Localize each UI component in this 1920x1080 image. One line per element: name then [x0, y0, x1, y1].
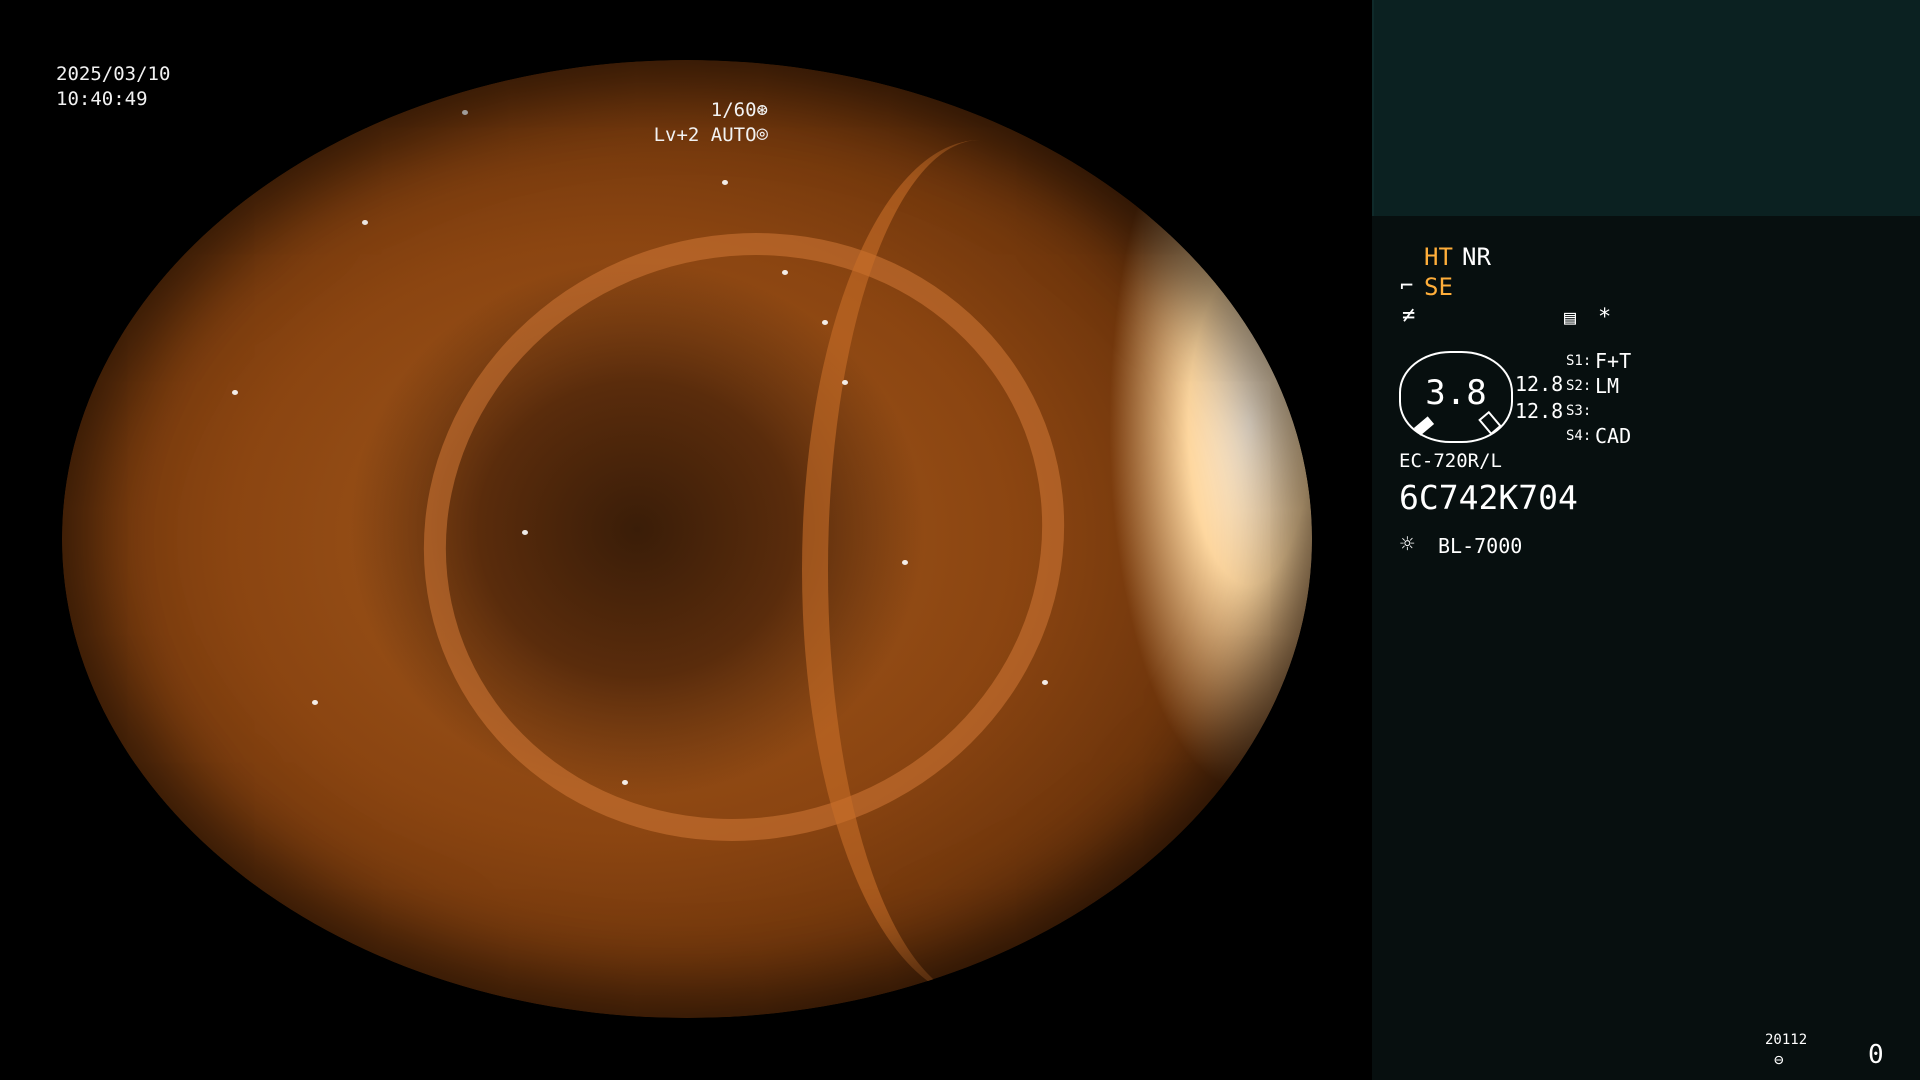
- time-text: 10:40:49: [56, 88, 148, 110]
- ht-label: HT: [1424, 243, 1453, 271]
- mucosal-fold: [802, 140, 1158, 1000]
- color-mode-icon: ≠: [1402, 303, 1416, 328]
- endoscope-view: 2025/03/10 10:40:49 1/60⊛ Lv+2 AUTO⌾: [0, 0, 1372, 1080]
- light-source-model: BL-7000: [1438, 534, 1523, 558]
- scope-serial: 6C742K704: [1399, 478, 1578, 517]
- menu-icon: ▤: [1564, 305, 1577, 329]
- s3-label: S3:: [1566, 403, 1592, 419]
- zoom-indicator: 3.8: [1399, 351, 1513, 443]
- lumen-fold: [344, 150, 1144, 924]
- nr-label: NR: [1462, 243, 1491, 271]
- endoscopic-image: [62, 60, 1312, 1018]
- s1-value: F+T: [1595, 349, 1632, 373]
- s2-label: S2:: [1566, 378, 1592, 394]
- value-2: 12.8: [1515, 399, 1564, 423]
- light-source-icon: ☼: [1400, 530, 1415, 558]
- storage-code: 20112: [1765, 1032, 1808, 1048]
- s1-label: S1:: [1566, 353, 1592, 369]
- zoom-value: 3.8: [1425, 373, 1487, 413]
- capture-count: 0: [1868, 1040, 1884, 1070]
- auto-iris-icon: ⌾: [756, 124, 768, 146]
- asterisk-icon: *: [1598, 305, 1612, 330]
- level-text: Lv+2 AUTO: [653, 124, 757, 146]
- storage-icon: ⊖: [1774, 1050, 1784, 1069]
- shutter-text: 1/60: [710, 99, 757, 121]
- s4-value: CAD: [1595, 424, 1632, 448]
- info-panel-header: [1372, 0, 1920, 216]
- se-label: SE: [1424, 273, 1453, 301]
- s4-label: S4:: [1566, 428, 1592, 444]
- date-text: 2025/03/10: [56, 63, 171, 85]
- datetime: 2025/03/10 10:40:49: [56, 62, 170, 112]
- value-1: 12.8: [1515, 372, 1564, 396]
- zoom-left-mark: [1413, 416, 1435, 436]
- aperture-icon: ⊛: [756, 99, 768, 121]
- enhancement-icon: ⌐: [1400, 274, 1414, 299]
- exposure-info: 1/60⊛ Lv+2 AUTO⌾: [654, 98, 768, 148]
- s2-value: LM: [1595, 374, 1620, 398]
- scope-model: EC-720R/L: [1399, 450, 1502, 472]
